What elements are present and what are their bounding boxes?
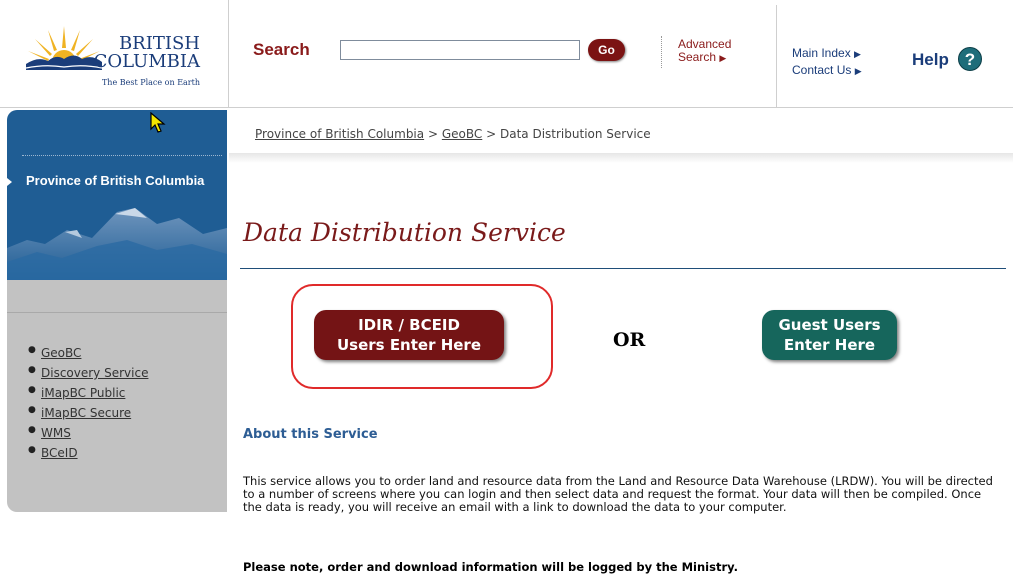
idir-bceid-login-button[interactable]: IDIR / BCEID Users Enter Here [314, 310, 504, 360]
advanced-search-line2: Search [678, 50, 717, 64]
search-divider [661, 36, 662, 68]
sidebar-link-discovery-service[interactable]: Discovery Service [41, 366, 148, 380]
bc-sun-mountains-logo-icon [26, 26, 102, 70]
contact-us-link[interactable]: Contact Us ▶ [792, 63, 862, 77]
sidebar-link-wms[interactable]: WMS [41, 426, 71, 440]
bullet-icon: ● [28, 445, 36, 455]
search-label: Search [253, 40, 310, 59]
breadcrumb-current: Data Distribution Service [500, 127, 651, 141]
breadcrumb-geobc-link[interactable]: GeoBC [442, 127, 482, 141]
go-button[interactable]: Go [588, 39, 625, 61]
sidebar-link-bceid[interactable]: BCeID [41, 446, 78, 460]
bullet-icon: ● [28, 365, 36, 375]
arrow-right-icon: ▶ [719, 53, 727, 63]
breadcrumb: Province of British Columbia > GeoBC > D… [255, 127, 651, 141]
help-link[interactable]: Help [912, 50, 949, 70]
sidebar-item-imapbc-public: ● iMapBC Public [28, 383, 148, 403]
sidebar-panel-divider [7, 312, 227, 313]
sidebar-links-list: ● GeoBC ● Discovery Service ● iMapBC Public… [28, 343, 148, 463]
about-heading: About this Service [243, 427, 378, 442]
idir-button-line1: IDIR / BCEID [358, 316, 460, 334]
advanced-search-link[interactable]: Advanced Search ▶ [678, 38, 731, 65]
about-text: This service allows you to order land an… [243, 474, 993, 514]
guest-button-line1: Guest Users [778, 316, 881, 334]
contact-us-label: Contact Us [792, 63, 852, 77]
search-input[interactable] [340, 40, 580, 60]
breadcrumb-separator: > [427, 127, 439, 141]
sidebar-title[interactable]: Province of British Columbia [26, 173, 216, 189]
or-label: OR [613, 329, 646, 351]
sidebar-item-imapbc-secure: ● iMapBC Secure [28, 403, 148, 423]
breadcrumb-separator: > [486, 127, 497, 141]
bullet-icon: ● [28, 405, 36, 415]
main-index-label: Main Index [792, 46, 851, 60]
arrow-right-icon: ▶ [854, 66, 862, 76]
breadcrumb-shadow [229, 153, 1013, 163]
sidebar-active-arrow-icon [7, 178, 12, 186]
idir-button-line2: Users Enter Here [336, 336, 482, 354]
breadcrumb-province-link[interactable]: Province of British Columbia [255, 127, 424, 141]
guest-users-button[interactable]: Guest Users Enter Here [762, 310, 897, 360]
sidebar-dotted-divider [22, 155, 222, 156]
guest-button-line2: Enter Here [783, 336, 876, 354]
sidebar-item-geobc: ● GeoBC [28, 343, 148, 363]
sidebar-item-wms: ● WMS [28, 423, 148, 443]
bullet-icon: ● [28, 345, 36, 355]
logo-tagline: The Best Place on Earth [101, 78, 200, 87]
sidebar-link-imapbc-public[interactable]: iMapBC Public [41, 386, 125, 400]
sidebar-link-imapbc-secure[interactable]: iMapBC Secure [41, 406, 131, 420]
bullet-icon: ● [28, 425, 36, 435]
mountain-image [7, 208, 227, 280]
mouse-cursor-icon [150, 112, 166, 133]
title-rule [240, 268, 1006, 269]
arrow-right-icon: ▶ [854, 49, 861, 59]
header-divider [776, 5, 777, 108]
page-header: BRITISH COLUMBIA The Best Place on Earth… [0, 0, 1013, 108]
main-index-link[interactable]: Main Index ▶ [792, 46, 861, 60]
logo-columbia-text: COLUMBIA [93, 51, 200, 72]
bullet-icon: ● [28, 385, 36, 395]
sidebar-item-discovery: ● Discovery Service [28, 363, 148, 383]
page-title: Data Distribution Service [243, 218, 566, 247]
help-icon[interactable]: ? [958, 47, 982, 71]
sidebar-link-geobc[interactable]: GeoBC [41, 346, 81, 360]
sidebar-item-bceid: ● BCeID [28, 443, 148, 463]
logging-note: Please note, order and download informat… [243, 560, 738, 574]
bc-logo[interactable]: BRITISH COLUMBIA The Best Place on Earth [0, 0, 229, 108]
header-bottom-border [0, 107, 1013, 108]
